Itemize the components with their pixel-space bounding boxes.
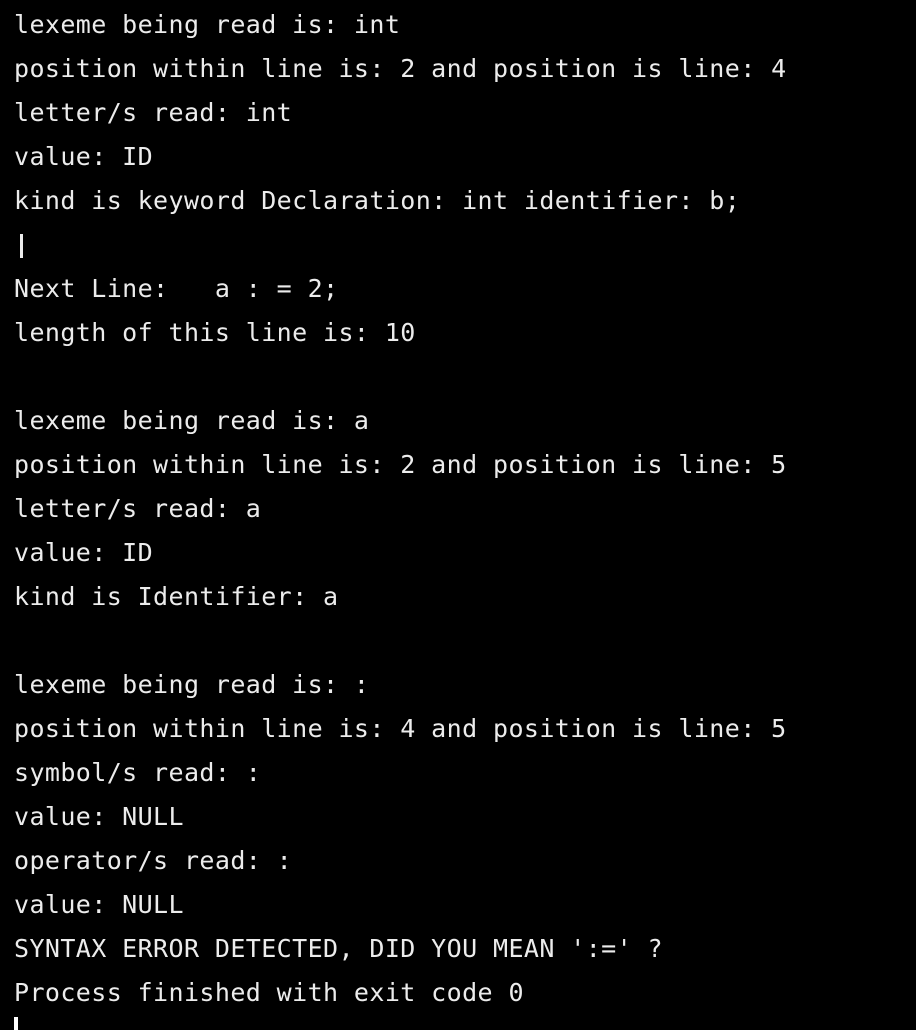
console-line: operator/s read: : <box>14 846 293 875</box>
console-line: Next Line: a : = 2; <box>14 274 339 303</box>
console-line: kind is keyword Declaration: int identif… <box>14 186 741 215</box>
console-line: symbol/s read: : <box>14 758 262 787</box>
console-line: position within line is: 2 and position … <box>14 450 787 479</box>
syntax-error-message: SYNTAX ERROR DETECTED, DID YOU MEAN ':='… <box>14 934 663 963</box>
exit-code-message: Process finished with exit code 0 <box>14 978 524 1007</box>
console-line: value: NULL <box>14 802 184 831</box>
console-line: position within line is: 4 and position … <box>14 714 787 743</box>
input-cursor-icon <box>14 1017 18 1030</box>
text-caret-icon <box>20 234 23 258</box>
console-line: lexeme being read is: : <box>14 670 370 699</box>
console-line: lexeme being read is: a <box>14 406 370 435</box>
console-line: value: ID <box>14 538 154 567</box>
console-line: letter/s read: a <box>14 494 262 523</box>
text-caret-line <box>0 223 916 267</box>
console-line: kind is Identifier: a <box>14 582 339 611</box>
console-line: letter/s read: int <box>14 98 293 127</box>
console-output[interactable]: lexeme being read is: int position withi… <box>0 0 916 1030</box>
console-line: length of this line is: 10 <box>14 318 416 347</box>
console-line: lexeme being read is: int <box>14 10 401 39</box>
console-line: position within line is: 2 and position … <box>14 54 787 83</box>
console-line: value: NULL <box>14 890 184 919</box>
console-line: value: ID <box>14 142 154 171</box>
